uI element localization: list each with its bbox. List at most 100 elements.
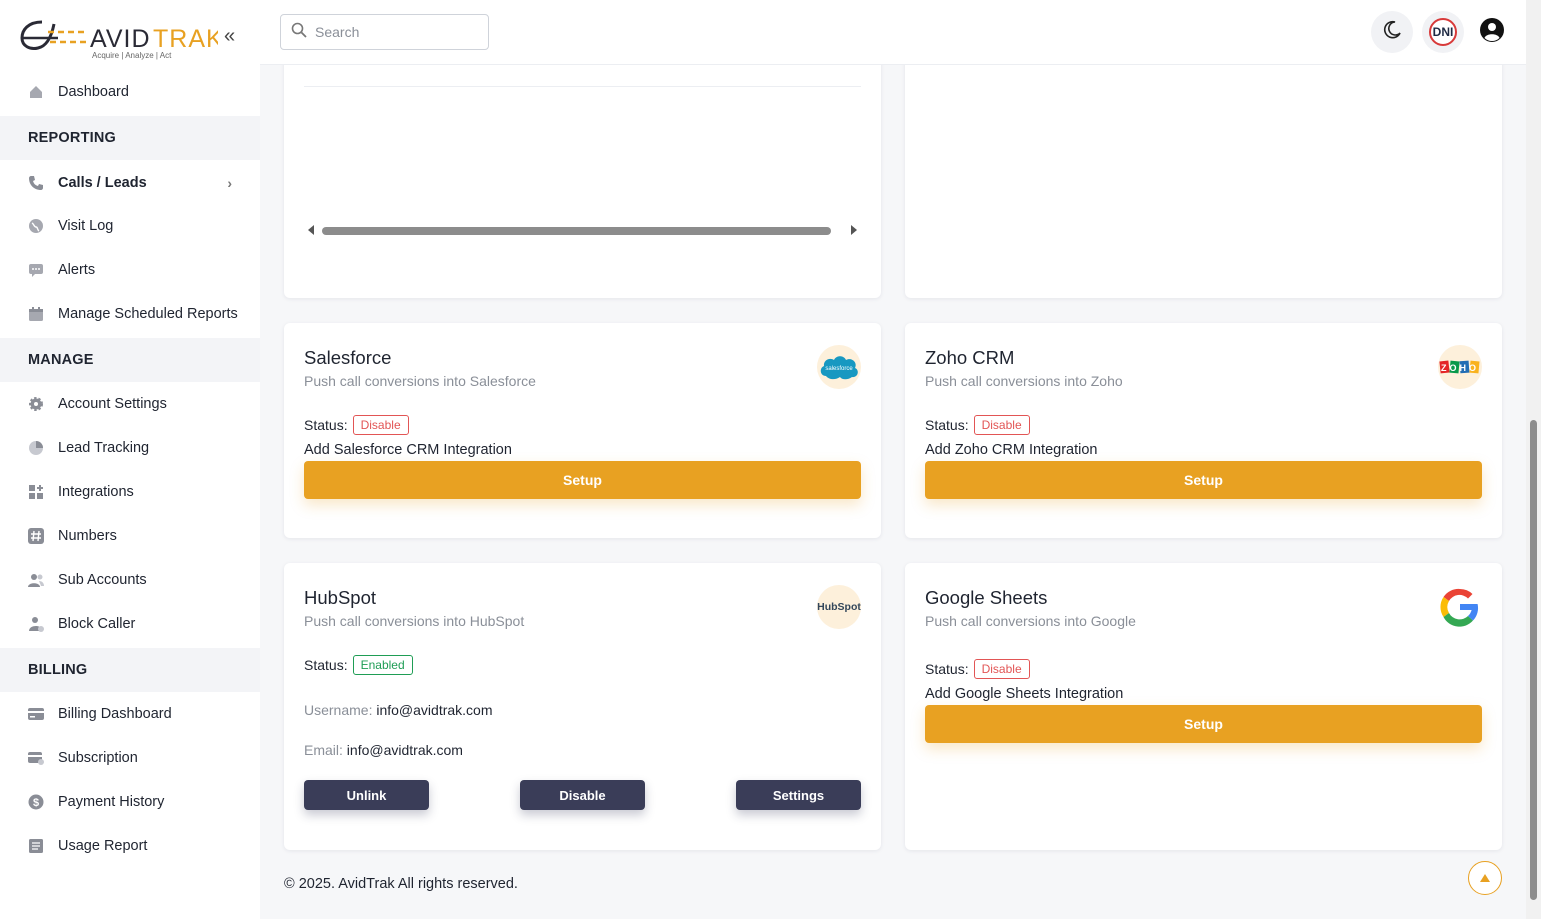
section-manage: MANAGE	[0, 338, 260, 382]
status-badge: Enabled	[352, 655, 413, 675]
sidebar-item-account-settings[interactable]: Account Settings	[0, 382, 260, 426]
sidebar-item-label: Lead Tracking	[58, 440, 150, 456]
sidebar-item-label: Calls / Leads	[58, 175, 147, 191]
credit-card-icon	[28, 706, 44, 722]
sidebar-item-label: Payment History	[58, 794, 165, 810]
users-icon	[28, 572, 44, 588]
search-icon	[291, 22, 307, 43]
status-row: Status: Disable	[304, 415, 409, 435]
sidebar-item-label: Dashboard	[58, 84, 129, 100]
card-subtitle: Push call conversions into Zoho	[925, 373, 1123, 389]
card-title: Salesforce	[304, 347, 392, 368]
sidebar-item-label: Alerts	[58, 262, 96, 278]
google-sheets-card: Google Sheets Push call conversions into…	[905, 563, 1502, 850]
section-billing: BILLING	[0, 648, 260, 692]
salesforce-logo: salesforce	[817, 345, 861, 389]
table-divider	[304, 86, 861, 87]
scroll-left-arrow-icon[interactable]	[308, 225, 314, 235]
collapse-sidebar-button[interactable]: «	[224, 26, 235, 46]
integration-card-partial-left	[284, 45, 881, 298]
dni-button[interactable]: DNI	[1422, 11, 1464, 53]
username-row: Username: info@avidtrak.com	[304, 702, 493, 718]
sidebar-item-scheduled-reports[interactable]: Manage Scheduled Reports	[0, 292, 260, 336]
card-refresh-icon	[28, 750, 44, 766]
status-row: Status: Disable	[925, 659, 1030, 679]
sidebar-item-label: Integrations	[58, 484, 134, 500]
status-label: Status:	[925, 661, 969, 677]
sidebar-item-label: Subscription	[58, 750, 138, 766]
sidebar-item-label: Billing Dashboard	[58, 706, 172, 722]
unlink-button[interactable]: Unlink	[304, 780, 429, 810]
status-row: Status: Disable	[925, 415, 1030, 435]
page-scrollbar-thumb[interactable]	[1530, 420, 1537, 900]
sidebar-item-billing-dashboard[interactable]: Billing Dashboard	[0, 692, 260, 736]
settings-button[interactable]: Settings	[736, 780, 861, 810]
status-label: Status:	[304, 657, 348, 673]
sidebar: AVID TRAK Acquire | Analyze | Act « Dash…	[0, 0, 260, 919]
add-integration-text: Add Zoho CRM Integration	[925, 442, 1098, 458]
user-avatar-icon	[1479, 17, 1505, 48]
status-badge: Disable	[352, 415, 409, 435]
sidebar-item-alerts[interactable]: Alerts	[0, 248, 260, 292]
sidebar-item-sub-accounts[interactable]: Sub Accounts	[0, 558, 260, 602]
chevron-right-icon: ›	[227, 175, 232, 191]
card-title: HubSpot	[304, 587, 376, 608]
sidebar-item-usage-report[interactable]: Usage Report	[0, 824, 260, 868]
dark-mode-toggle[interactable]	[1371, 11, 1413, 53]
avidtrak-logo[interactable]: AVID TRAK Acquire | Analyze | Act	[18, 12, 223, 62]
scrollbar-thumb[interactable]	[322, 227, 831, 235]
card-subtitle: Push call conversions into Google	[925, 613, 1136, 629]
svg-text:TRAK: TRAK	[153, 25, 218, 53]
moon-icon	[1382, 20, 1402, 45]
scroll-to-top-button[interactable]	[1468, 861, 1502, 895]
disable-button[interactable]: Disable	[520, 780, 645, 810]
sidebar-item-label: Visit Log	[58, 218, 114, 234]
hubspot-logo: HubSpot	[817, 585, 861, 629]
sidebar-item-label: Usage Report	[58, 838, 148, 854]
section-reporting: REPORTING	[0, 116, 260, 160]
search-input[interactable]	[315, 24, 475, 40]
svg-text:ZOHO: ZOHO	[1441, 363, 1479, 373]
status-badge: Disable	[973, 659, 1030, 679]
status-label: Status:	[925, 417, 969, 433]
main-content: Salesforce Push call conversions into Sa…	[260, 45, 1526, 919]
email-value: info@avidtrak.com	[346, 742, 463, 758]
report-icon	[28, 838, 44, 854]
sidebar-item-integrations[interactable]: Integrations	[0, 470, 260, 514]
sidebar-item-lead-tracking[interactable]: Lead Tracking	[0, 426, 260, 470]
sidebar-item-dashboard[interactable]: Dashboard	[0, 70, 260, 114]
scroll-right-arrow-icon[interactable]	[851, 225, 857, 235]
sidebar-item-label: Sub Accounts	[58, 572, 147, 588]
svg-text:AVID: AVID	[90, 25, 151, 53]
search-box[interactable]	[280, 14, 489, 50]
zoho-setup-button[interactable]: Setup	[925, 461, 1482, 499]
salesforce-setup-button[interactable]: Setup	[304, 461, 861, 499]
status-label: Status:	[304, 417, 348, 433]
grid-plus-icon	[28, 484, 44, 500]
arrow-up-icon	[1480, 869, 1490, 887]
sidebar-item-numbers[interactable]: Numbers	[0, 514, 260, 558]
status-row: Status: Enabled	[304, 655, 413, 675]
horizontal-scrollbar[interactable]	[304, 223, 861, 239]
sidebar-item-block-caller[interactable]: Block Caller	[0, 602, 260, 646]
user-profile-button[interactable]	[1471, 11, 1513, 53]
username-label: Username:	[304, 702, 373, 718]
card-subtitle: Push call conversions into Salesforce	[304, 373, 536, 389]
svg-text:$: $	[33, 797, 39, 809]
integration-card-partial-right	[905, 45, 1502, 298]
page-scrollbar[interactable]	[1526, 0, 1541, 919]
card-title: Zoho CRM	[925, 347, 1015, 368]
zoho-card: Zoho CRM Push call conversions into Zoho…	[905, 323, 1502, 538]
google-sheets-setup-button[interactable]: Setup	[925, 705, 1482, 743]
phone-icon	[28, 175, 44, 191]
sidebar-item-calls-leads[interactable]: Calls / Leads ›	[0, 161, 260, 205]
svg-text:salesforce: salesforce	[825, 366, 853, 372]
sidebar-item-payment-history[interactable]: $ Payment History	[0, 780, 260, 824]
status-badge: Disable	[973, 415, 1030, 435]
sidebar-item-subscription[interactable]: Subscription	[0, 736, 260, 780]
add-integration-text: Add Salesforce CRM Integration	[304, 442, 512, 458]
home-icon	[28, 84, 44, 100]
sidebar-item-label: Manage Scheduled Reports	[58, 306, 238, 322]
sidebar-item-visit-log[interactable]: Visit Log	[0, 204, 260, 248]
sidebar-item-label: Numbers	[58, 528, 117, 544]
